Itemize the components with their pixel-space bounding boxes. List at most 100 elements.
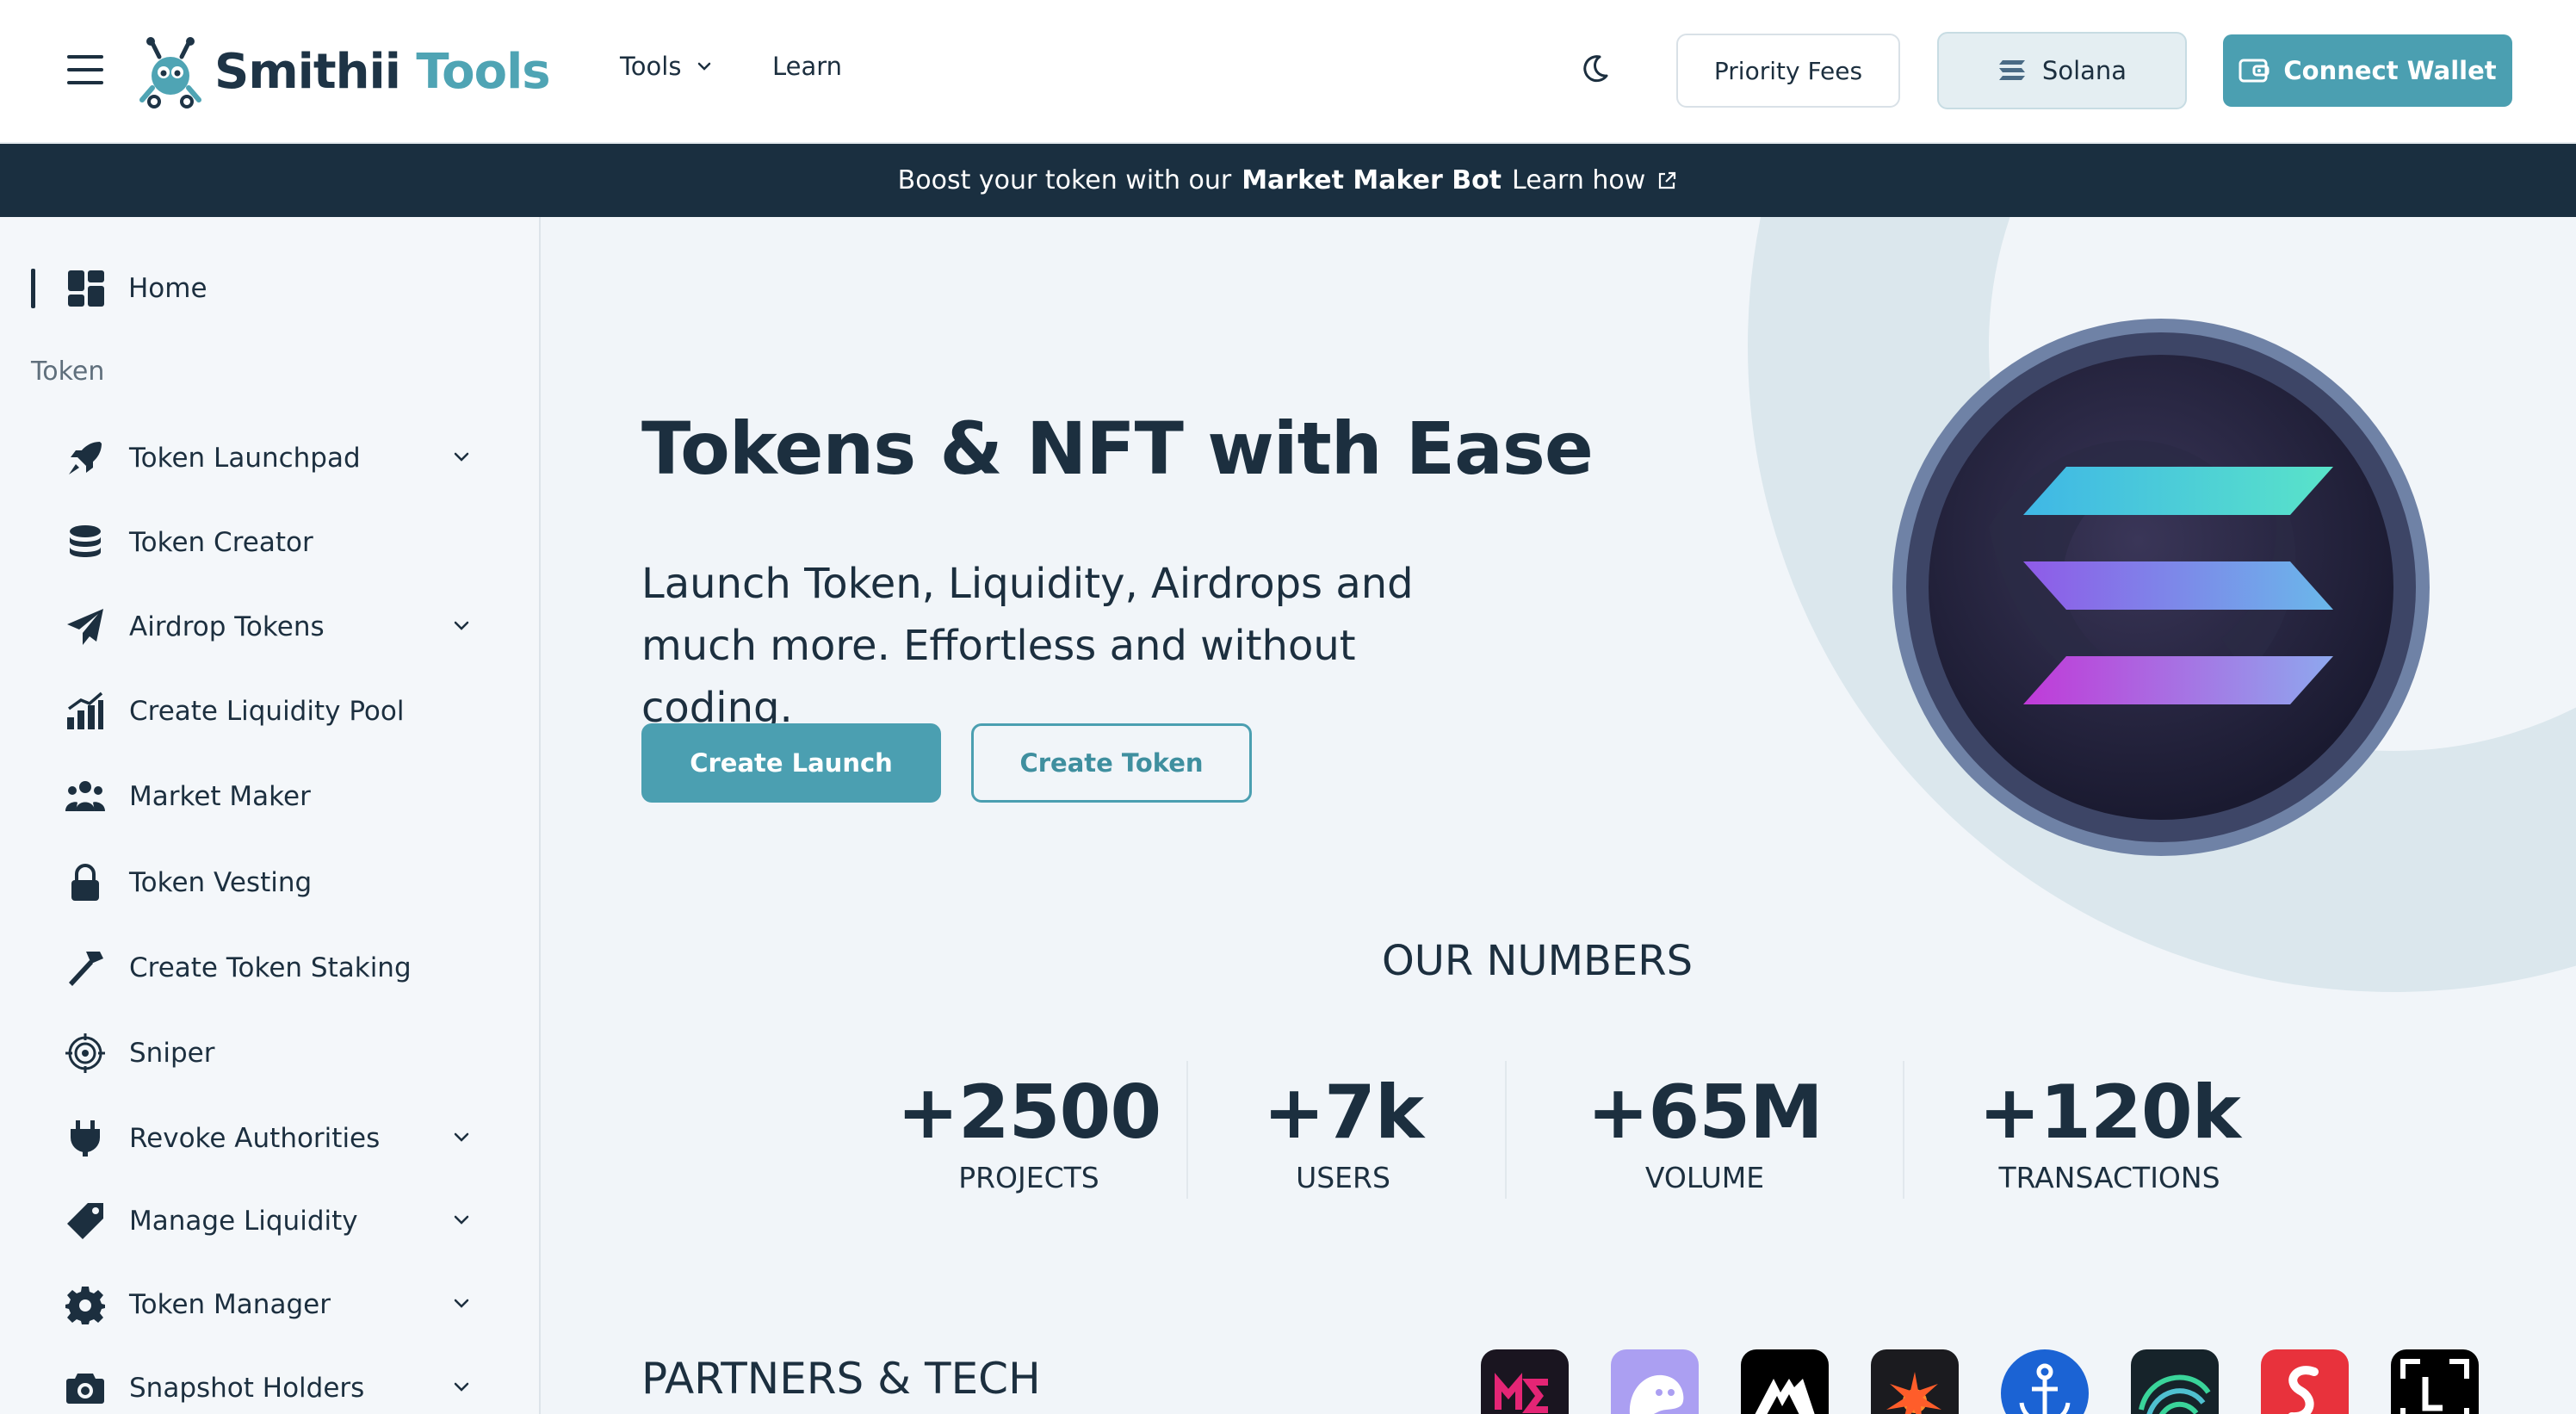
banner-learn-link[interactable]: Learn how (1512, 165, 1645, 195)
wallet-icon (2239, 59, 2269, 83)
sidebar-item-label: Token Creator (129, 527, 313, 558)
chevron-down-icon[interactable] (453, 1381, 470, 1393)
top-header: Smithii Tools Tools Learn Priority Fees … (0, 0, 2576, 144)
stat-value: +2500 (896, 1070, 1161, 1156)
stat-label: USERS (1296, 1161, 1390, 1194)
camera-icon (65, 1368, 105, 1408)
chevron-down-icon[interactable] (453, 1132, 470, 1144)
stat-users: +7k USERS (1197, 1070, 1489, 1194)
sidebar-item-token-manager[interactable]: Token Manager (65, 1279, 470, 1330)
plug-icon (65, 1119, 105, 1158)
connect-wallet-button[interactable]: Connect Wallet (2223, 34, 2512, 107)
priority-fees-button[interactable]: Priority Fees (1676, 34, 1900, 108)
sidebar-item-label: Airdrop Tokens (129, 611, 325, 642)
hero-title: Tokens & NFT with Ease (641, 406, 1594, 491)
target-icon (65, 1033, 105, 1073)
sidebar-item-create-liquidity-pool[interactable]: Create Liquidity Pool (65, 685, 470, 737)
stat-label: PROJECTS (958, 1161, 1099, 1194)
sidebar-item-market-maker[interactable]: Market Maker (65, 771, 470, 822)
sidebar-item-label: Token Manager (129, 1289, 331, 1320)
logo-mascot-icon (139, 37, 201, 109)
sidebar-item-label: Sniper (129, 1038, 215, 1069)
sidebar-item-label: Snapshot Holders (129, 1373, 365, 1404)
sidebar-item-revoke-authorities[interactable]: Revoke Authorities (65, 1113, 470, 1164)
frame-logo[interactable] (2391, 1349, 2479, 1414)
dark-mode-toggle-icon[interactable] (1577, 52, 1612, 86)
connect-wallet-label: Connect Wallet (2283, 56, 2497, 85)
raydium-logo[interactable] (1871, 1349, 1959, 1414)
meteora-logo[interactable] (1741, 1349, 1829, 1414)
network-selector-button[interactable]: Solana (1937, 32, 2187, 109)
dashboard-icon (68, 270, 104, 307)
lock-icon (65, 863, 105, 902)
sidebar-item-create-token-staking[interactable]: Create Token Staking (65, 942, 470, 994)
sidebar-item-snapshot-holders[interactable]: Snapshot Holders (65, 1362, 470, 1414)
chevron-down-icon[interactable] (453, 1214, 470, 1226)
stat-value: +120k (1978, 1070, 2241, 1156)
banner-text: Boost your token with our (897, 165, 1232, 195)
solana-icon (1998, 60, 2025, 80)
nav-learn-label: Learn (772, 52, 843, 81)
sidebar-item-label: Create Token Staking (129, 952, 412, 983)
partners-section-title: PARTNERS & TECH (641, 1354, 1041, 1404)
chevron-down-icon[interactable] (453, 1298, 470, 1310)
main-content: Tokens & NFT with Ease Launch Token, Liq… (542, 217, 2576, 1414)
promo-banner: Boost your token with our Market Maker B… (0, 144, 2576, 217)
menu-icon[interactable] (67, 55, 103, 84)
phantom-logo[interactable] (1611, 1349, 1699, 1414)
stat-label: TRANSACTIONS (1998, 1161, 2220, 1194)
sidebar-item-label: Token Vesting (129, 867, 313, 898)
sidebar: Home Token Token Launchpad Token Creator… (0, 217, 541, 1414)
stat-projects: +2500 PROJECTS (852, 1070, 1205, 1194)
magic-eden-logo[interactable] (1481, 1349, 1569, 1414)
sidebar-item-token-creator[interactable]: Token Creator (65, 517, 470, 568)
active-indicator (31, 269, 35, 308)
stat-value: +7k (1262, 1070, 1424, 1156)
stat-divider (1903, 1061, 1904, 1199)
hammer-icon (65, 948, 105, 988)
banner-highlight[interactable]: Market Maker Bot (1242, 165, 1502, 195)
users-icon (65, 777, 105, 816)
create-launch-button[interactable]: Create Launch (641, 723, 941, 803)
network-label: Solana (2041, 56, 2127, 85)
tag-icon (65, 1201, 105, 1241)
solana-coin-illustration (1892, 319, 2430, 856)
sidebar-item-label: Create Liquidity Pool (129, 696, 405, 727)
stat-divider (1186, 1061, 1188, 1199)
nav-tools-label: Tools (620, 52, 682, 81)
sidebar-item-label: Home (128, 273, 207, 304)
gear-icon (65, 1285, 105, 1324)
chart-up-icon (65, 691, 105, 731)
hero-subtitle: Launch Token, Liquidity, Airdrops and mu… (641, 560, 1414, 732)
sidebar-item-label: Revoke Authorities (129, 1123, 381, 1154)
nav-learn[interactable]: Learn (772, 52, 842, 81)
sidebar-item-home[interactable]: Home (31, 269, 207, 308)
stat-transactions: +120k TRANSACTIONS (1911, 1070, 2307, 1194)
numbers-section-title: OUR NUMBERS (1382, 937, 1694, 985)
chevron-down-icon[interactable] (453, 451, 470, 463)
chevron-down-icon[interactable] (453, 620, 470, 632)
anchor-logo[interactable] (2001, 1349, 2089, 1414)
stat-volume: +65M VOLUME (1515, 1070, 1894, 1194)
coins-stack-icon (65, 523, 105, 562)
sidebar-item-manage-liquidity[interactable]: Manage Liquidity (65, 1195, 470, 1247)
sidebar-item-token-launchpad[interactable]: Token Launchpad (65, 432, 470, 484)
chevron-down-icon (698, 62, 711, 71)
solflare-logo[interactable] (2261, 1349, 2349, 1414)
sidebar-item-label: Token Launchpad (129, 443, 361, 474)
paper-plane-icon (65, 607, 105, 647)
logo-text: Smithii Tools (214, 43, 551, 100)
sidebar-item-sniper[interactable]: Sniper (65, 1027, 470, 1079)
sidebar-item-airdrop-tokens[interactable]: Airdrop Tokens (65, 601, 470, 653)
logo[interactable]: Smithii Tools (133, 33, 551, 110)
create-token-button[interactable]: Create Token (971, 723, 1252, 803)
rocket-icon (65, 438, 105, 478)
sidebar-section-token: Token (31, 357, 105, 387)
sidebar-item-label: Market Maker (129, 781, 311, 812)
stat-divider (1505, 1061, 1507, 1199)
helius-logo[interactable] (2131, 1349, 2219, 1414)
external-link-icon[interactable] (1656, 170, 1678, 192)
stat-value: +65M (1587, 1070, 1823, 1156)
sidebar-item-token-vesting[interactable]: Token Vesting (65, 857, 470, 909)
nav-tools[interactable]: Tools (620, 52, 712, 81)
